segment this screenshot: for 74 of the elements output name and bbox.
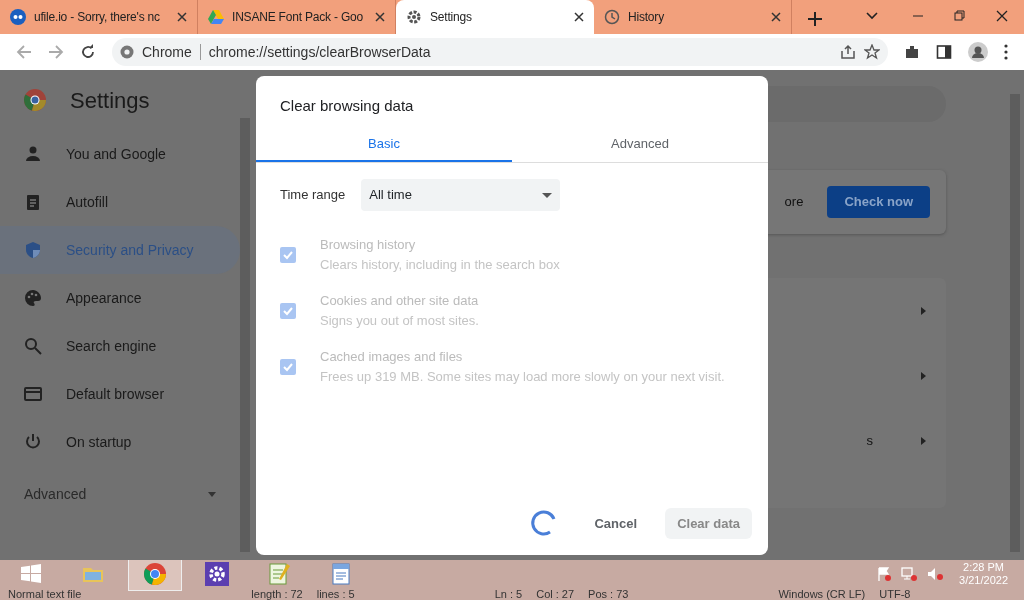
nav-item[interactable]: Autofill — [0, 178, 240, 226]
settings-title: Settings — [70, 86, 150, 115]
gear-icon — [406, 9, 422, 25]
browser-window-icon — [24, 385, 42, 403]
row-text: s — [866, 431, 873, 450]
close-icon[interactable] — [996, 10, 1008, 22]
document-icon — [329, 562, 353, 586]
chevron-right-icon[interactable] — [921, 371, 926, 380]
person-icon — [24, 145, 42, 163]
option-label: Cookies and other site data — [320, 292, 479, 310]
url-text: chrome://settings/clearBrowserData — [208, 42, 431, 62]
status-text: UTF-8 — [879, 588, 911, 600]
speaker-icon[interactable] — [927, 567, 944, 581]
clock-date: 3/21/2022 — [959, 574, 1008, 587]
clipboard-icon — [24, 193, 42, 211]
option-label: Cached images and files — [320, 348, 464, 366]
close-icon[interactable] — [177, 12, 187, 22]
chevron-down-icon[interactable] — [866, 10, 878, 22]
nav-item[interactable]: Appearance — [0, 274, 240, 322]
option-description: Frees up 319 MB. Some sites may load more slowly on your next visit. — [320, 368, 725, 386]
share-icon[interactable] — [840, 44, 856, 60]
status-text: lines : 5 — [316, 588, 355, 600]
nav-item[interactable]: Search engine — [0, 322, 240, 370]
star-icon[interactable] — [864, 44, 880, 60]
nav-item[interactable]: You and Google — [0, 130, 240, 178]
card-text: ore — [784, 193, 804, 212]
notepad-icon — [267, 562, 291, 586]
status-text: Windows (CR LF) — [778, 588, 866, 600]
drive-icon — [208, 9, 224, 25]
profile-icon[interactable] — [968, 42, 988, 62]
side-panel-icon[interactable] — [936, 44, 952, 60]
chrome-logo-icon — [24, 89, 46, 111]
close-icon[interactable] — [771, 12, 781, 22]
chevron-right-icon[interactable] — [921, 436, 926, 445]
nav-item[interactable]: On startup — [0, 418, 240, 466]
status-text: Ln : 5 — [494, 588, 523, 600]
nav-item[interactable]: Default browser — [0, 370, 240, 418]
address-bar[interactable]: Chrome chrome://settings/clearBrowserData — [112, 38, 888, 66]
time-range-select[interactable]: All time — [361, 179, 561, 211]
browser-tab[interactable]: Settings — [396, 0, 594, 34]
palette-icon — [24, 289, 42, 307]
reload-icon[interactable] — [80, 44, 96, 60]
network-icon[interactable] — [901, 567, 918, 581]
scrollbar[interactable] — [240, 118, 250, 552]
clock-icon — [604, 9, 620, 25]
gear-icon — [205, 562, 229, 586]
close-icon[interactable] — [574, 12, 584, 22]
dialog-tab[interactable]: Basic — [256, 126, 512, 162]
close-icon[interactable] — [375, 12, 385, 22]
advanced-toggle[interactable]: Advanced — [24, 483, 87, 505]
option-label: Browsing history — [320, 236, 417, 254]
windows-logo-icon — [19, 562, 43, 586]
clock-time: 2:28 PM — [963, 561, 1004, 574]
plus-icon[interactable] — [808, 12, 822, 26]
ufile-icon — [10, 9, 26, 25]
dialog-tab[interactable]: Advanced — [512, 126, 768, 162]
flag-icon[interactable] — [877, 567, 892, 581]
power-icon — [24, 433, 42, 451]
check-now-button[interactable]: Check now — [827, 186, 930, 218]
dropdown-arrow-icon — [542, 192, 553, 198]
more-icon[interactable] — [1004, 44, 1008, 60]
status-text: Normal text file — [8, 588, 82, 600]
option-description: Signs you out of most sites. — [320, 312, 479, 330]
time-range-label: Time range — [280, 186, 346, 205]
dialog-title: Clear browsing data — [280, 97, 414, 114]
status-text: length : 72 — [251, 588, 303, 600]
status-text: Pos : 73 — [588, 588, 629, 600]
search-icon — [24, 337, 42, 355]
shield-icon — [24, 241, 42, 259]
chevron-right-icon[interactable] — [921, 306, 926, 315]
site-label: Chrome — [142, 42, 192, 62]
restore-icon[interactable] — [954, 10, 966, 22]
caret-icon[interactable] — [208, 491, 216, 497]
status-text: Col : 27 — [536, 588, 575, 600]
